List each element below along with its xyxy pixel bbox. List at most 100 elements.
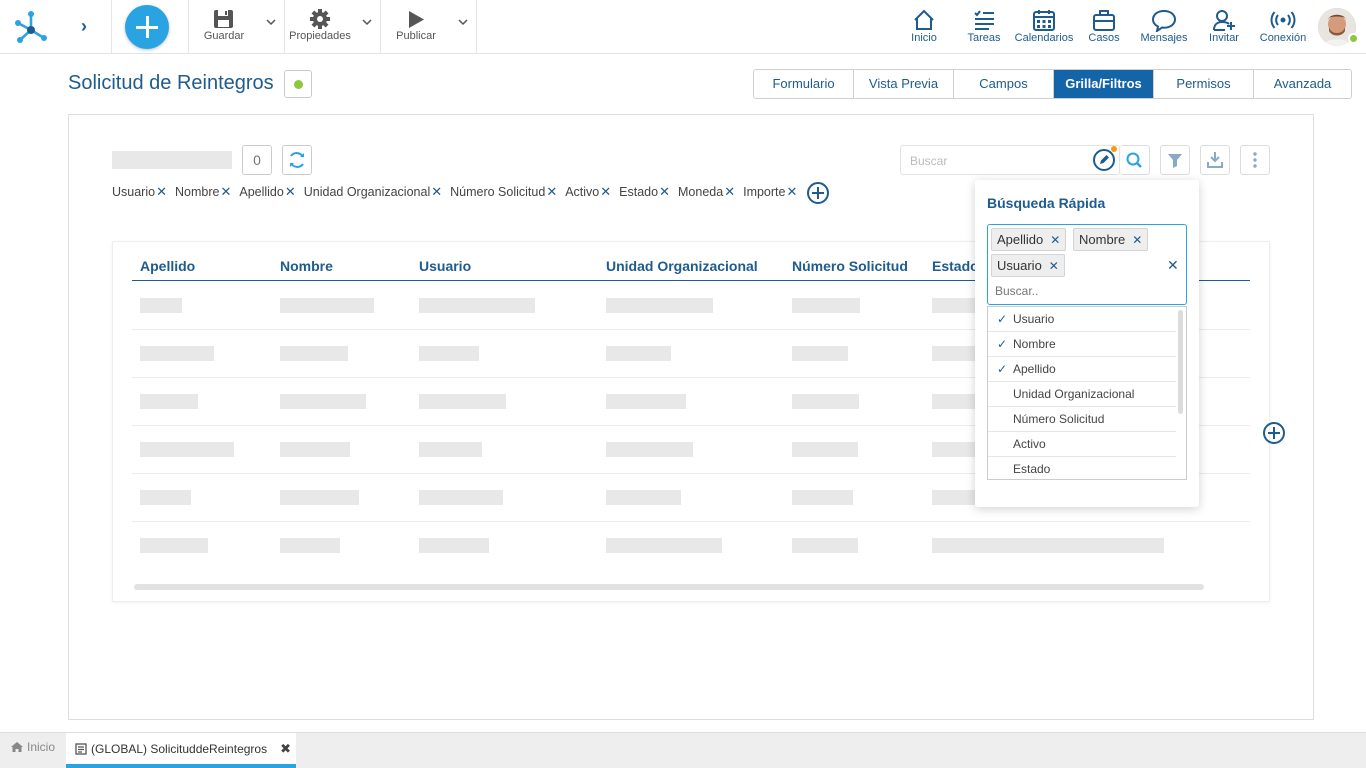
tag-label: Usuario — [997, 258, 1042, 273]
list-item[interactable]: ✓ Nombre — [988, 332, 1176, 357]
more-options-button[interactable] — [1240, 145, 1270, 175]
chevron-down-icon[interactable] — [362, 17, 372, 27]
option-label: Usuario — [1013, 312, 1055, 326]
nav-home[interactable]: Inicio — [891, 8, 957, 48]
horizontal-scrollbar[interactable] — [134, 584, 1204, 590]
refresh-button[interactable] — [282, 145, 312, 175]
close-icon[interactable]: ✕ — [220, 184, 231, 200]
filter-chip-label: Moneda — [678, 185, 724, 199]
properties-button[interactable]: Propiedades — [287, 8, 353, 48]
edit-quick-search-button[interactable] — [1093, 149, 1115, 171]
cell-placeholder — [606, 394, 686, 409]
column-header-unidad-organizacional[interactable]: Unidad Organizacional — [606, 258, 758, 274]
cell-placeholder — [280, 346, 348, 361]
cell-placeholder — [280, 490, 359, 505]
list-item[interactable]: ✓ Apellido — [988, 357, 1176, 382]
chevron-down-icon[interactable] — [458, 17, 468, 27]
cell-placeholder — [792, 490, 853, 505]
divider — [188, 0, 189, 54]
calendar-icon — [1033, 10, 1055, 31]
cell-placeholder — [932, 394, 977, 409]
top-toolbar: › Guardar Propiedades Publicar Inicio Ta… — [0, 0, 1366, 54]
nav-calendars[interactable]: Calendarios — [1011, 8, 1077, 48]
search-button[interactable] — [1120, 145, 1150, 175]
export-button[interactable] — [1200, 145, 1230, 175]
play-icon — [409, 11, 424, 28]
close-icon[interactable]: ✕ — [156, 184, 167, 200]
column-header-usuario[interactable]: Usuario — [419, 258, 471, 274]
list-item[interactable]: Unidad Organizacional — [988, 382, 1176, 407]
nav-invite[interactable]: Invitar — [1191, 8, 1257, 48]
filter-chip-label: Usuario — [112, 185, 156, 199]
cell-placeholder — [140, 346, 214, 361]
option-label: Número Solicitud — [1013, 412, 1105, 426]
tab-campos[interactable]: Campos — [954, 70, 1054, 98]
search-input[interactable] — [910, 154, 1090, 168]
chevron-down-icon[interactable] — [266, 17, 276, 27]
field-search-input[interactable] — [995, 284, 1175, 298]
add-filter-button[interactable] — [807, 182, 829, 204]
save-button[interactable]: Guardar — [200, 8, 248, 48]
chevron-right-icon[interactable]: › — [72, 14, 96, 38]
tab-formulario[interactable]: Formulario — [754, 70, 854, 98]
app-logo-icon[interactable] — [12, 8, 50, 46]
publish-button[interactable]: Publicar — [390, 8, 442, 48]
download-icon — [1207, 152, 1223, 168]
clear-all-icon[interactable]: ✕ — [1167, 257, 1179, 274]
tab-vista-previa[interactable]: Vista Previa — [854, 70, 954, 98]
tab-grilla-filtros[interactable]: Grilla/Filtros — [1054, 70, 1154, 98]
cell-placeholder — [792, 442, 858, 457]
close-icon[interactable]: ✕ — [1049, 259, 1059, 273]
close-icon[interactable]: ✕ — [724, 184, 735, 200]
tab-permisos[interactable]: Permisos — [1154, 70, 1254, 98]
nav-messages[interactable]: Mensajes — [1131, 8, 1197, 48]
option-label: Unidad Organizacional — [1013, 387, 1135, 401]
tag-label: Nombre — [1079, 232, 1126, 247]
divider — [476, 0, 477, 54]
close-icon[interactable]: ✕ — [1132, 233, 1142, 247]
home-tab[interactable]: Inicio — [10, 740, 55, 754]
column-header-nombre[interactable]: Nombre — [280, 258, 333, 274]
cell-placeholder — [606, 346, 671, 361]
cell-placeholder — [280, 394, 366, 409]
close-icon[interactable]: ✖ — [280, 741, 291, 757]
option-label: Apellido — [1013, 362, 1056, 376]
nav-connection[interactable]: Conexión — [1250, 8, 1316, 48]
vertical-scrollbar[interactable] — [1178, 310, 1183, 414]
list-item[interactable]: Activo — [988, 432, 1176, 457]
document-tab[interactable]: (GLOBAL) SolicituddeReintegros ✖ — [66, 733, 296, 768]
grid-search-field[interactable] — [900, 145, 1120, 175]
cell-placeholder — [932, 490, 977, 505]
list-item[interactable]: Número Solicitud — [988, 407, 1176, 432]
close-icon[interactable]: ✕ — [431, 184, 442, 200]
add-new-button[interactable] — [125, 5, 169, 49]
filter-chip-label: Apellido — [239, 185, 284, 199]
close-icon[interactable]: ✕ — [786, 184, 797, 200]
filter-chip: Moneda ✕ — [678, 184, 735, 200]
list-item[interactable]: Estado — [988, 457, 1176, 479]
tab-avanzada[interactable]: Avanzada — [1254, 70, 1351, 98]
filter-button[interactable] — [1160, 145, 1190, 175]
close-icon[interactable]: ✕ — [600, 184, 611, 200]
floppy-disk-icon — [214, 10, 233, 28]
column-header-numero-solicitud[interactable]: Número Solicitud — [792, 258, 908, 274]
list-item[interactable]: ✓ Usuario — [988, 307, 1176, 332]
close-icon[interactable]: ✕ — [285, 184, 296, 200]
popup-title: Búsqueda Rápida — [987, 195, 1106, 211]
column-header-apellido[interactable]: Apellido — [140, 258, 195, 274]
close-icon[interactable]: ✕ — [546, 184, 557, 200]
column-header-estado[interactable]: Estado — [932, 258, 979, 274]
filter-chip: Nombre ✕ — [175, 184, 231, 200]
cell-placeholder — [140, 490, 191, 505]
nav-cases[interactable]: Casos — [1071, 8, 1137, 48]
close-icon[interactable]: ✕ — [1050, 233, 1060, 247]
filter-chip: Número Solicitud ✕ — [450, 184, 557, 200]
close-icon[interactable]: ✕ — [659, 184, 670, 200]
nav-home-label: Inicio — [911, 32, 937, 44]
form-icon — [75, 742, 87, 755]
nav-tasks[interactable]: Tareas — [951, 8, 1017, 48]
notification-dot — [1111, 146, 1117, 152]
add-column-button[interactable] — [1263, 422, 1285, 444]
tag-label: Apellido — [997, 232, 1044, 247]
status-toggle-button[interactable] — [284, 70, 312, 98]
